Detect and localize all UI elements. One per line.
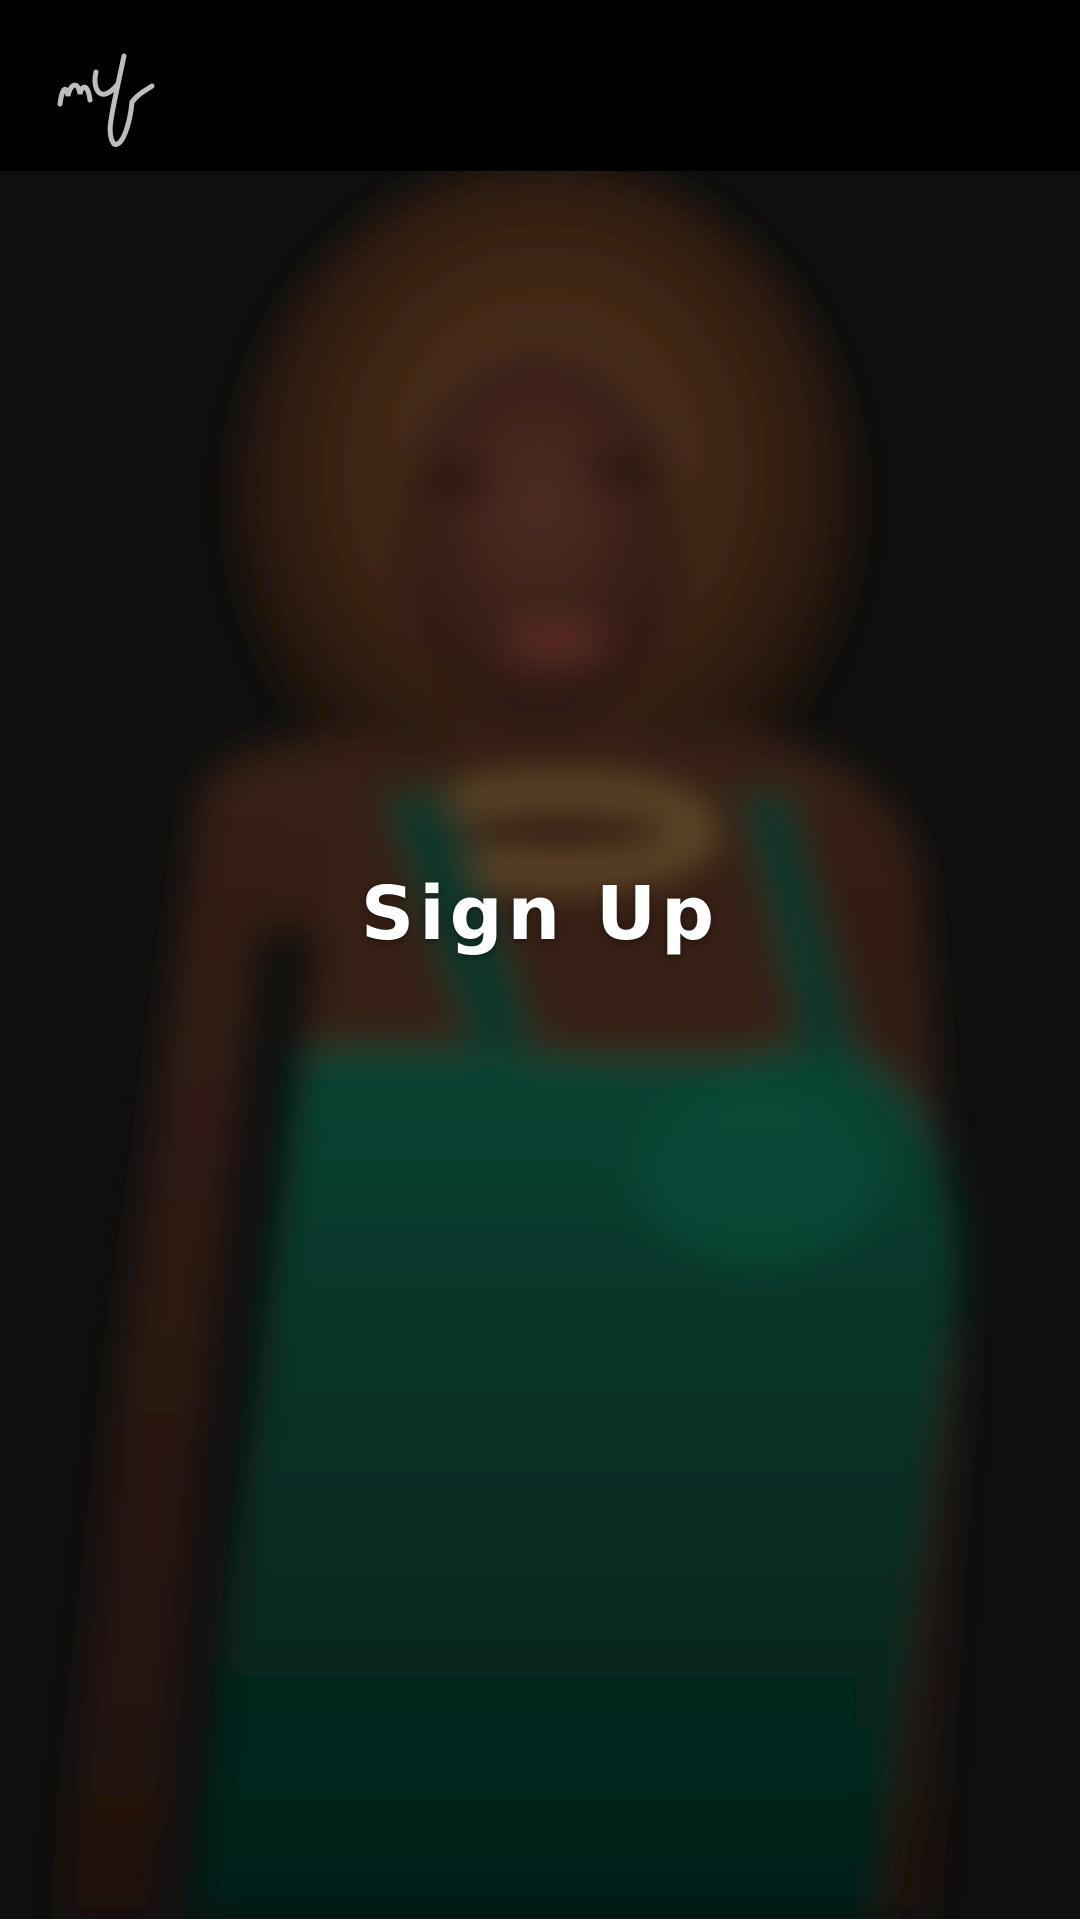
dark-overlay <box>0 171 1080 1919</box>
hero-background: Sign Up <box>0 171 1080 1919</box>
sign-up-button[interactable]: Sign Up <box>0 871 1080 957</box>
my-logo-icon[interactable] <box>52 44 162 154</box>
top-bar <box>0 0 1080 171</box>
